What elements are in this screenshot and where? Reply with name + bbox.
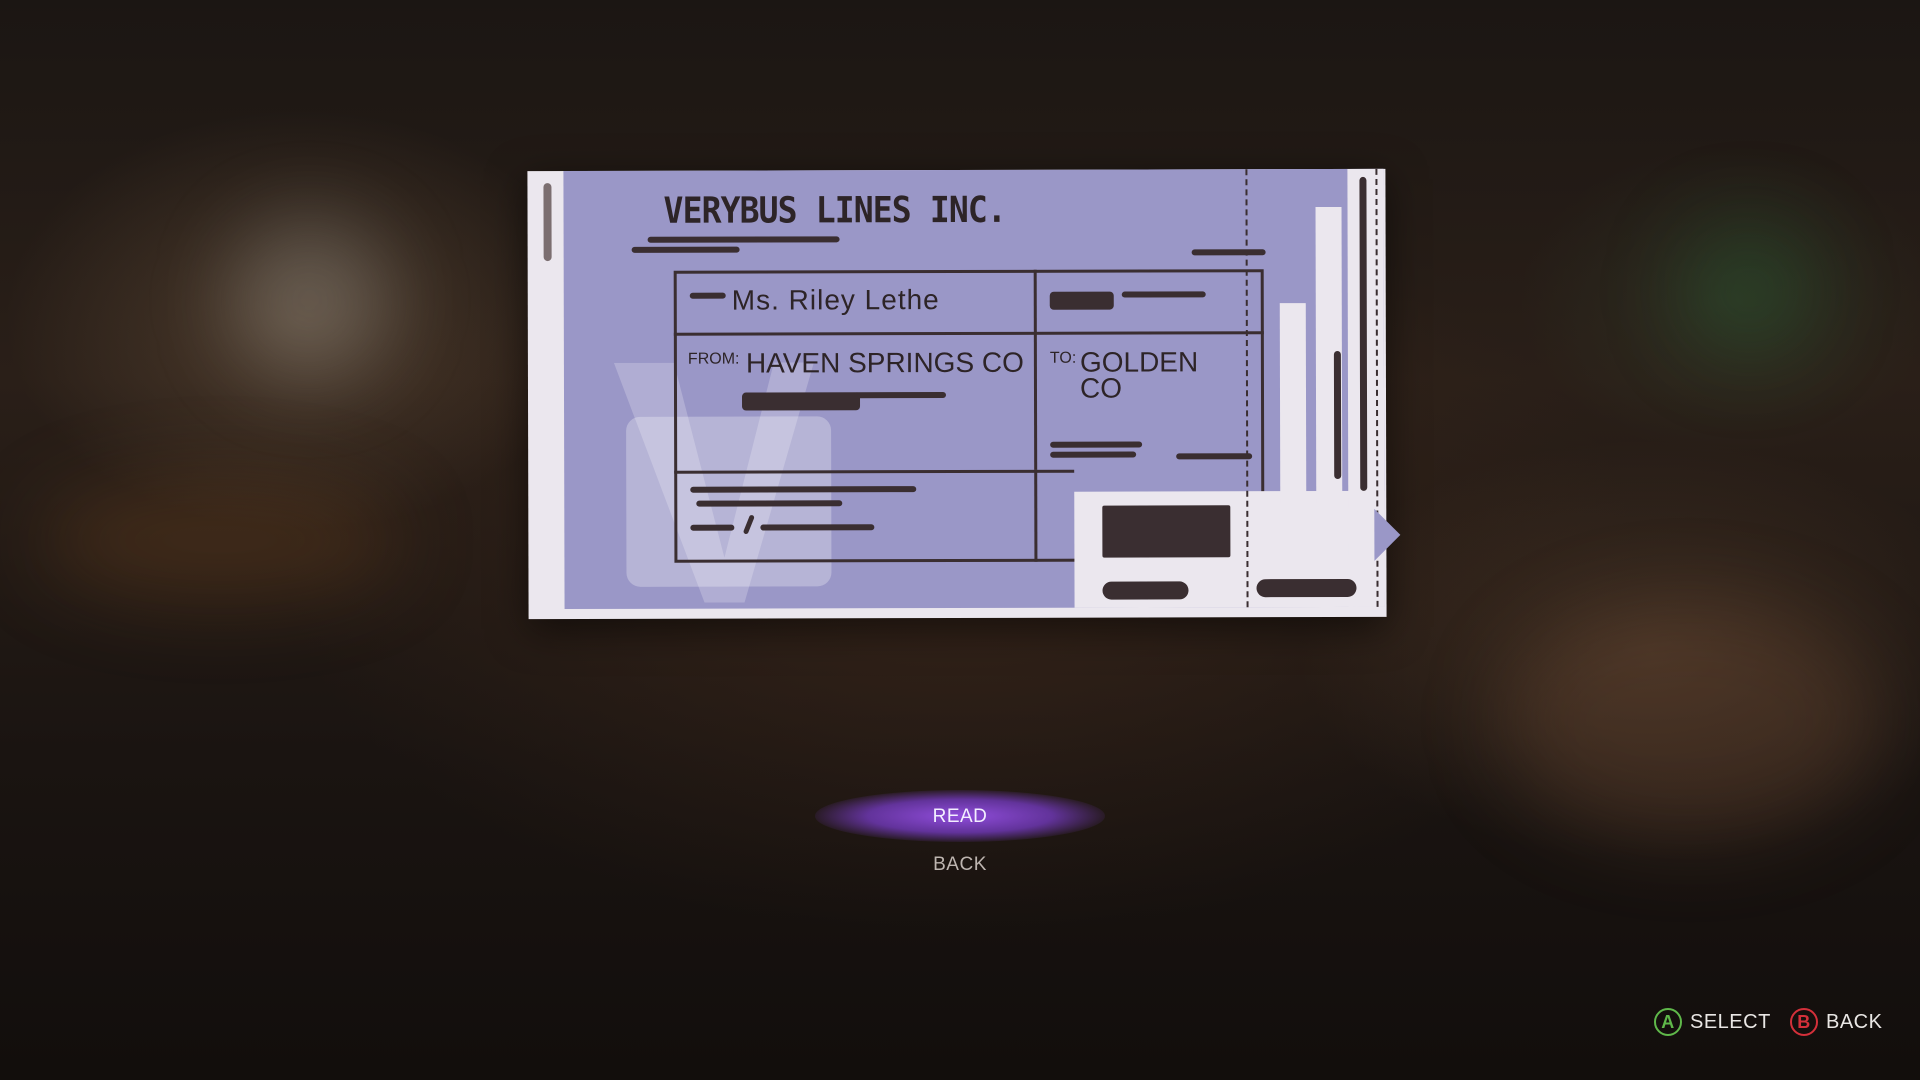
background-blur: [230, 220, 390, 380]
redacted-pill: [1256, 578, 1357, 598]
redacted-block: [741, 392, 861, 411]
b-button-icon: B: [1790, 1008, 1818, 1036]
bus-ticket: VERYBUS LINES INC. Ms. Riley Lethe FROM:…: [527, 168, 1401, 620]
stub-arrow-icon: [1374, 508, 1401, 561]
select-prompt-label: SELECT: [1690, 1010, 1771, 1033]
menu-item-read[interactable]: READ: [860, 806, 1060, 828]
header-underline: [647, 236, 840, 243]
redacted-pill: [1102, 581, 1189, 600]
header-underline: [631, 246, 740, 253]
menu-item-back[interactable]: BACK: [860, 854, 1060, 876]
redacted-line: [853, 392, 947, 399]
name-prefix-mark: [689, 292, 726, 299]
redacted-line: [760, 524, 875, 531]
passenger-name: Ms. Riley Lethe: [731, 284, 940, 316]
redacted-block: [1102, 505, 1231, 558]
to-value-line2: CO: [1079, 372, 1123, 404]
header-right-line: [1191, 249, 1266, 256]
ticket-body: VERYBUS LINES INC. Ms. Riley Lethe FROM:…: [563, 168, 1401, 610]
background-blur: [1680, 220, 1820, 360]
grid-divider: [1034, 469, 1038, 562]
redacted-line: [1176, 453, 1253, 460]
from-value: HAVEN SPRINGS CO: [745, 346, 1024, 379]
redacted-line: [1121, 291, 1206, 298]
back-prompt-label: BACK: [1826, 1010, 1883, 1033]
from-label: FROM:: [687, 350, 740, 368]
redacted-line: [1050, 441, 1143, 448]
background-blur: [1500, 600, 1880, 840]
redacted-line: [1050, 451, 1137, 458]
company-name: VERYBUS LINES INC.: [663, 189, 1006, 232]
ticket-punch-mark: [543, 183, 552, 262]
redacted-line: [690, 486, 917, 493]
redacted-block: [1049, 291, 1114, 310]
redacted-line: [690, 524, 735, 531]
to-label: TO:: [1049, 349, 1077, 367]
a-button-icon: A: [1654, 1008, 1682, 1036]
background-blur: [40, 480, 400, 600]
redacted-line: [696, 500, 843, 507]
stub-vertical-mark: [1333, 350, 1342, 480]
stub-vertical-mark: [1359, 176, 1368, 491]
back-prompt[interactable]: B BACK: [1790, 1008, 1882, 1036]
stub-stripe: [1279, 303, 1307, 504]
select-prompt[interactable]: A SELECT: [1654, 1008, 1771, 1036]
grid-divider: [1033, 269, 1038, 470]
